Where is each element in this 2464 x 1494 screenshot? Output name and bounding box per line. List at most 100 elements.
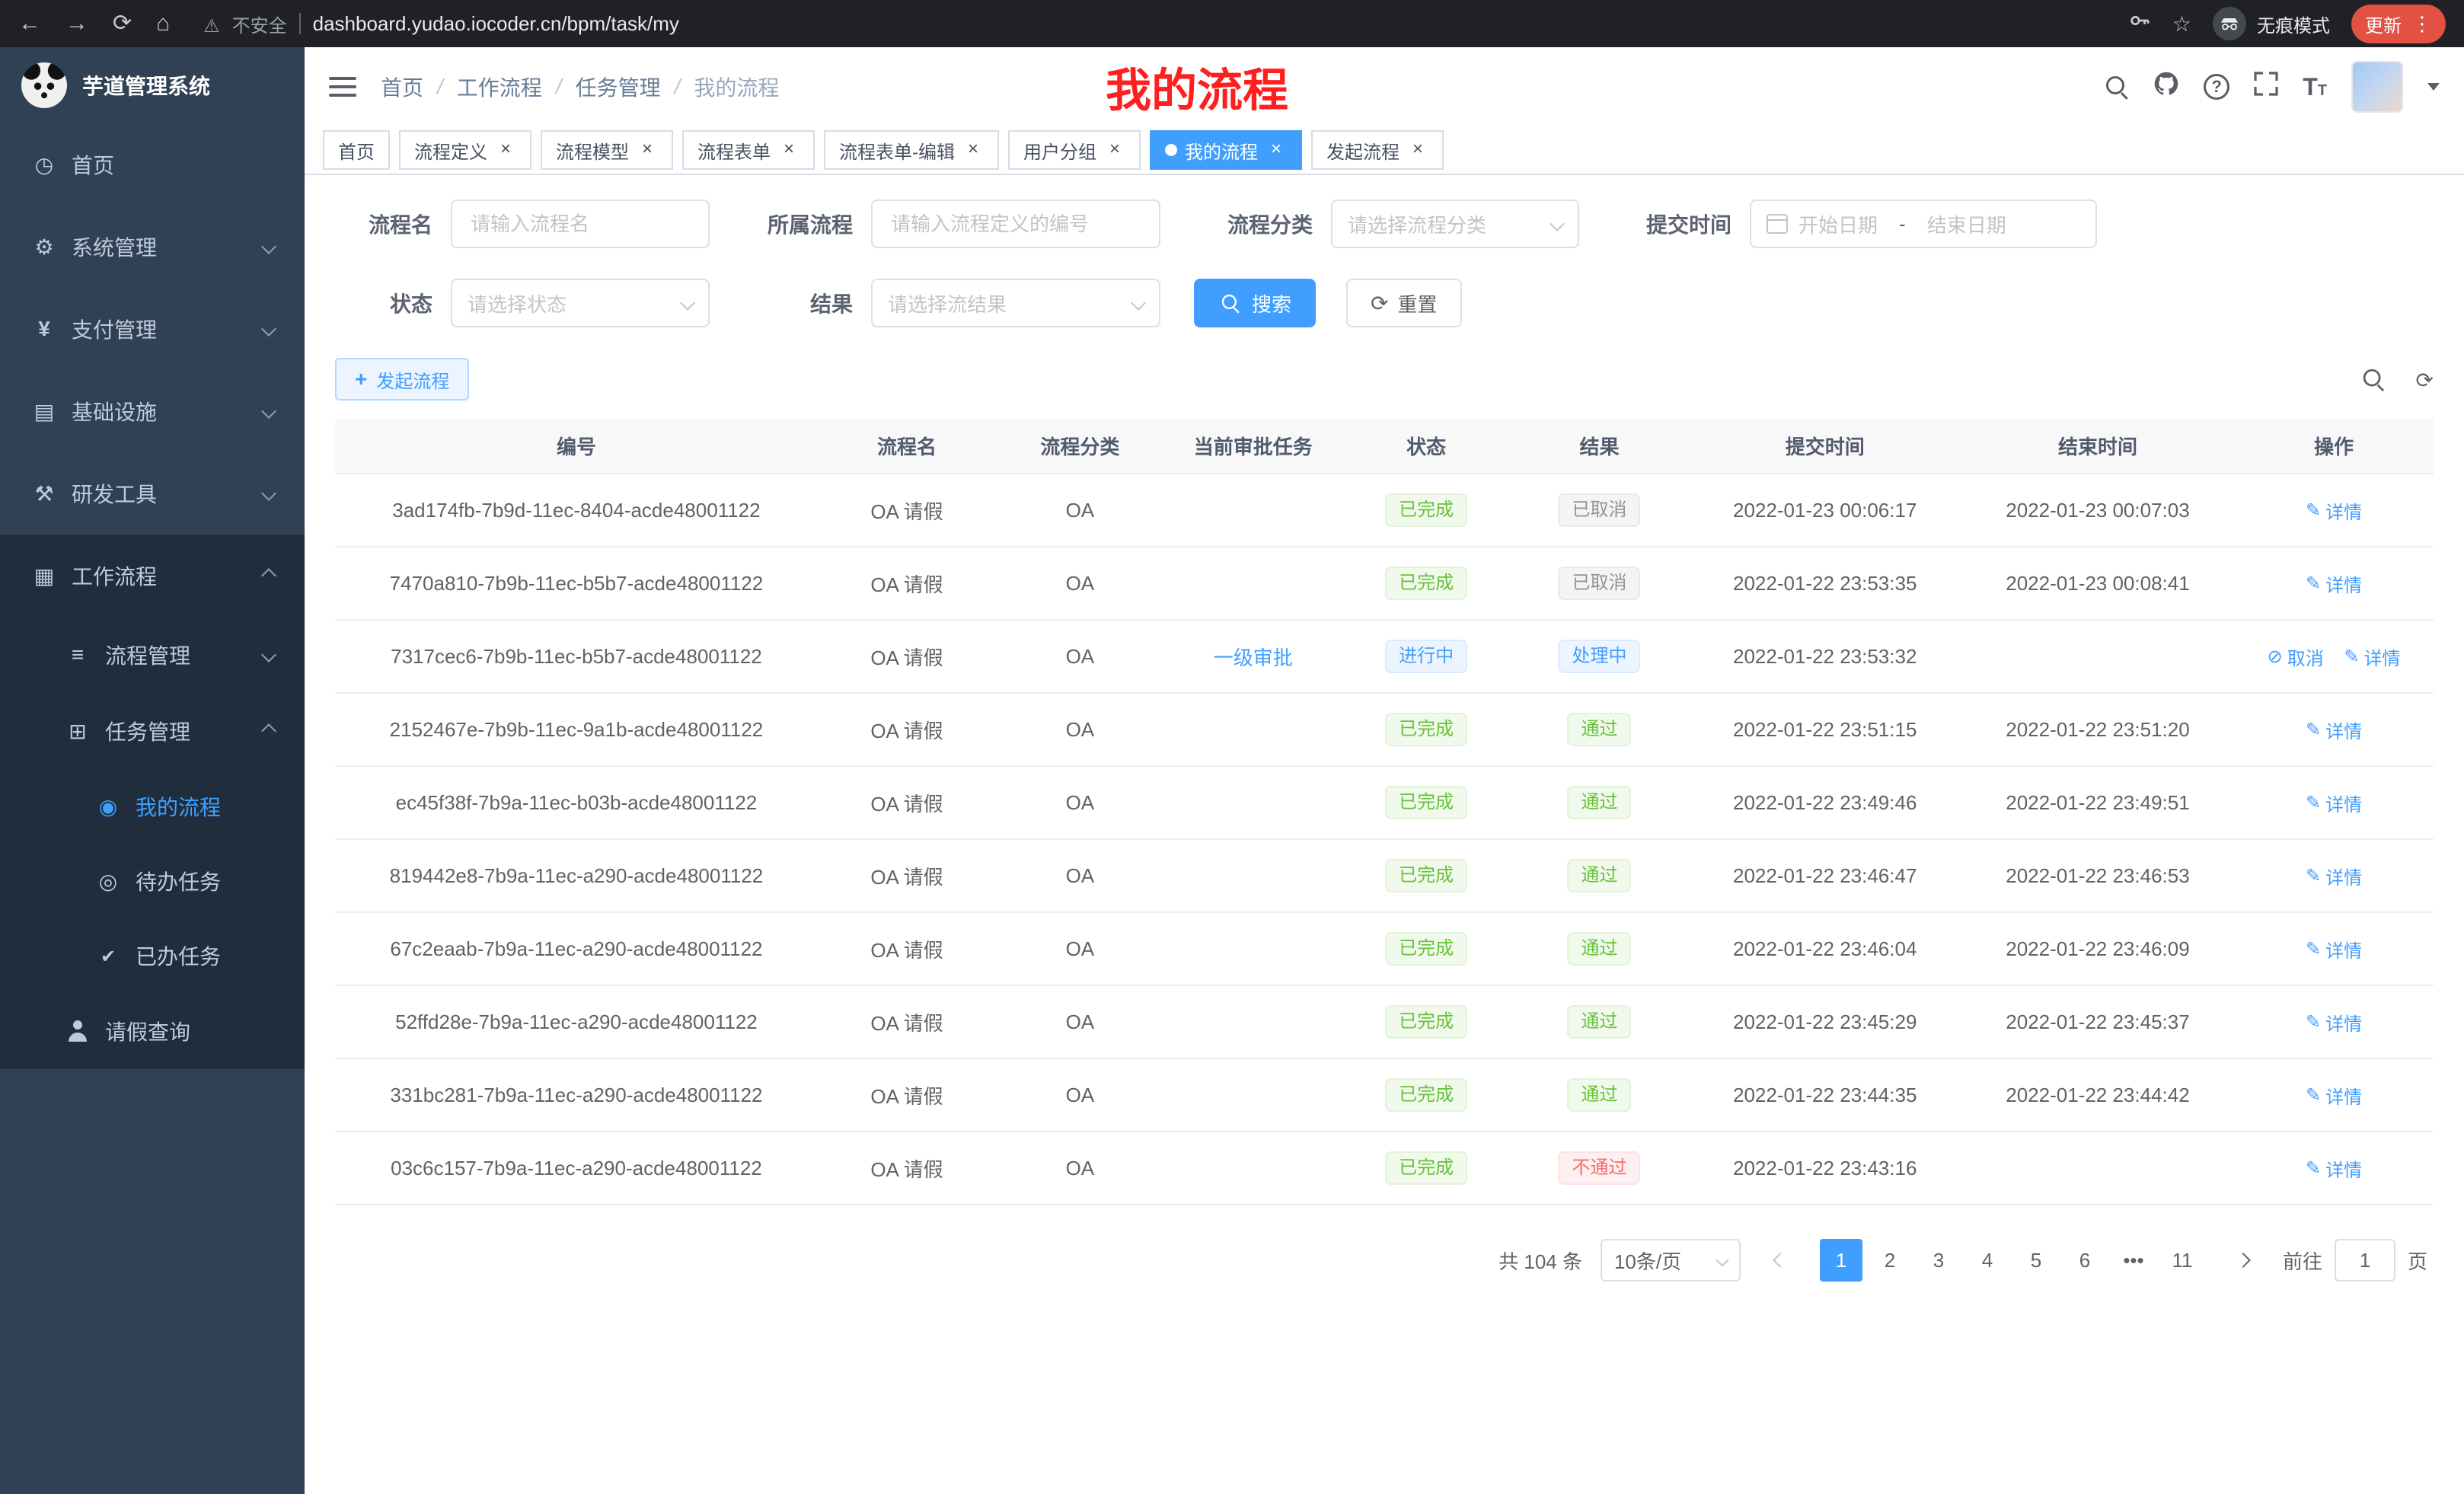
detail-link[interactable]: 详情	[2306, 936, 2362, 962]
sidebar-item-workflow[interactable]: 工作流程	[0, 535, 305, 617]
help-icon[interactable]	[2204, 74, 2229, 100]
sidebar-item-payment[interactable]: 支付管理	[0, 288, 305, 370]
sidebar-menu: 首页 系统管理 支付管理 基础设施	[0, 123, 305, 1069]
detail-link[interactable]: 详情	[2344, 643, 2400, 670]
breadcrumb-current: 我的流程	[694, 72, 779, 102]
tab-close-icon[interactable]	[1407, 139, 1428, 161]
sidebar-item-infrastructure[interactable]: 基础设施	[0, 370, 305, 452]
detail-link[interactable]: 详情	[2306, 717, 2362, 743]
result-select[interactable]: 请选择流结果	[871, 279, 1160, 327]
tab[interactable]: 我的流程	[1150, 130, 1302, 170]
detail-link[interactable]: 详情	[2306, 863, 2362, 889]
create-process-button[interactable]: 发起流程	[335, 358, 469, 401]
sidebar: 芋道管理系统 首页 系统管理 支付管理	[0, 47, 305, 1494]
detail-link[interactable]: 详情	[2306, 497, 2362, 524]
page-number-button[interactable]: 2	[1869, 1239, 1911, 1282]
col-process-name: 流程名	[818, 419, 996, 474]
detail-link[interactable]: 详情	[2306, 1009, 2362, 1036]
bookmark-star-icon[interactable]: ☆	[2172, 11, 2191, 37]
table-refresh-icon[interactable]	[2416, 366, 2434, 394]
sidebar-item-todo-tasks[interactable]: 待办任务	[0, 844, 305, 918]
sidebar-item-home[interactable]: 首页	[0, 123, 305, 206]
breadcrumb-task-management[interactable]: 任务管理	[576, 72, 661, 102]
prev-page-button[interactable]	[1759, 1239, 1802, 1282]
filter-row-2: 状态 请选择状态 结果 请选择流结果	[335, 279, 2434, 327]
page-number-button[interactable]: 11	[2161, 1239, 2204, 1282]
detail-link[interactable]: 详情	[2306, 790, 2362, 816]
tab[interactable]: 用户分组	[1008, 130, 1141, 170]
address-bar[interactable]: 不安全 dashboard.yudao.iocoder.cn/bpm/task/…	[203, 10, 2104, 38]
url-text[interactable]: dashboard.yudao.iocoder.cn/bpm/task/my	[313, 12, 679, 36]
page-number-button[interactable]: 1	[1820, 1239, 1862, 1282]
cell-category: OA	[996, 912, 1163, 985]
table-row: 2152467e-7b9b-11ec-9a1b-acde48001122 OA …	[335, 693, 2434, 766]
detail-label: 详情	[2325, 570, 2362, 597]
menu-label: 工作流程	[72, 560, 157, 591]
password-key-icon[interactable]	[2128, 9, 2151, 38]
process-name-input[interactable]	[451, 200, 710, 248]
cancel-icon	[2268, 646, 2283, 668]
page-number-button[interactable]: •••	[2112, 1239, 2155, 1282]
status-placeholder: 请选择状态	[468, 289, 567, 318]
github-icon[interactable]	[2153, 71, 2179, 103]
process-definition-input[interactable]	[871, 200, 1160, 248]
detail-link[interactable]: 详情	[2306, 1155, 2362, 1182]
table-row: ec45f38f-7b9a-11ec-b03b-acde48001122 OA …	[335, 766, 2434, 839]
page-number-button[interactable]: 5	[2015, 1239, 2057, 1282]
tab[interactable]: 流程定义	[399, 130, 531, 170]
detail-link[interactable]: 详情	[2306, 1082, 2362, 1109]
sidebar-item-process-management[interactable]: 流程管理	[0, 617, 305, 693]
page-size-select[interactable]: 10条/页	[1601, 1239, 1741, 1282]
avatar[interactable]	[2351, 61, 2403, 113]
submit-time-range-picker[interactable]: 开始日期 - 结束日期	[1750, 200, 2097, 248]
tab[interactable]: 流程模型	[541, 130, 673, 170]
page-number-button[interactable]: 3	[1917, 1239, 1960, 1282]
detail-link[interactable]: 详情	[2306, 570, 2362, 597]
category-select[interactable]: 请选择流程分类	[1331, 200, 1579, 248]
reset-button[interactable]: 重置	[1346, 279, 1461, 327]
browser-menu-icon[interactable]	[2412, 12, 2432, 36]
page-number-button[interactable]: 6	[2063, 1239, 2106, 1282]
tab-close-icon[interactable]	[962, 139, 984, 161]
tab[interactable]: 流程表单-编辑	[824, 130, 999, 170]
sidebar-item-done-tasks[interactable]: 已办任务	[0, 918, 305, 993]
tab-close-icon[interactable]	[495, 139, 516, 161]
toggle-search-icon[interactable]	[2361, 368, 2384, 391]
sidebar-item-devtools[interactable]: 研发工具	[0, 452, 305, 535]
search-icon[interactable]	[2105, 75, 2129, 99]
sidebar-item-system[interactable]: 系统管理	[0, 206, 305, 288]
edit-icon	[2306, 1157, 2321, 1180]
sidebar-item-leave-query[interactable]: 请假查询	[0, 993, 305, 1069]
back-icon[interactable]: ←	[18, 12, 41, 35]
tab-close-icon[interactable]	[1104, 139, 1125, 161]
tab-close-icon[interactable]	[637, 139, 658, 161]
caret-down-icon[interactable]	[2427, 83, 2440, 91]
home-icon[interactable]: ⌂	[156, 12, 170, 35]
status-select[interactable]: 请选择状态	[451, 279, 710, 327]
menu-label: 请假查询	[105, 1016, 190, 1046]
cancel-link[interactable]: 取消	[2268, 643, 2324, 670]
status-tag: 已完成	[1385, 786, 1467, 819]
breadcrumb-workflow[interactable]: 工作流程	[457, 72, 542, 102]
collapse-sidebar-icon[interactable]	[329, 77, 356, 97]
app-logo-row[interactable]: 芋道管理系统	[0, 47, 305, 123]
font-size-icon[interactable]	[2303, 73, 2327, 101]
tab-close-icon[interactable]	[778, 139, 800, 161]
page-number-button[interactable]: 4	[1966, 1239, 2009, 1282]
forward-icon[interactable]: →	[65, 12, 88, 35]
goto-page-input[interactable]	[2335, 1239, 2395, 1282]
tab-close-icon[interactable]	[1266, 139, 1287, 161]
current-task-link[interactable]: 一级审批	[1214, 646, 1293, 669]
tab[interactable]: 流程表单	[682, 130, 815, 170]
sidebar-item-task-management[interactable]: 任务管理	[0, 693, 305, 769]
cell-submit-time: 2022-01-22 23:46:04	[1689, 912, 1961, 985]
sidebar-item-my-process[interactable]: 我的流程	[0, 769, 305, 844]
tab[interactable]: 首页	[323, 130, 390, 170]
next-page-button[interactable]	[2222, 1239, 2265, 1282]
search-button[interactable]: 搜索	[1194, 279, 1316, 327]
fullscreen-icon[interactable]	[2254, 72, 2278, 102]
reload-icon[interactable]: ⟳	[113, 12, 132, 35]
breadcrumb-home[interactable]: 首页	[381, 72, 423, 102]
tab[interactable]: 发起流程	[1311, 130, 1444, 170]
update-button[interactable]: 更新	[2351, 5, 2446, 43]
